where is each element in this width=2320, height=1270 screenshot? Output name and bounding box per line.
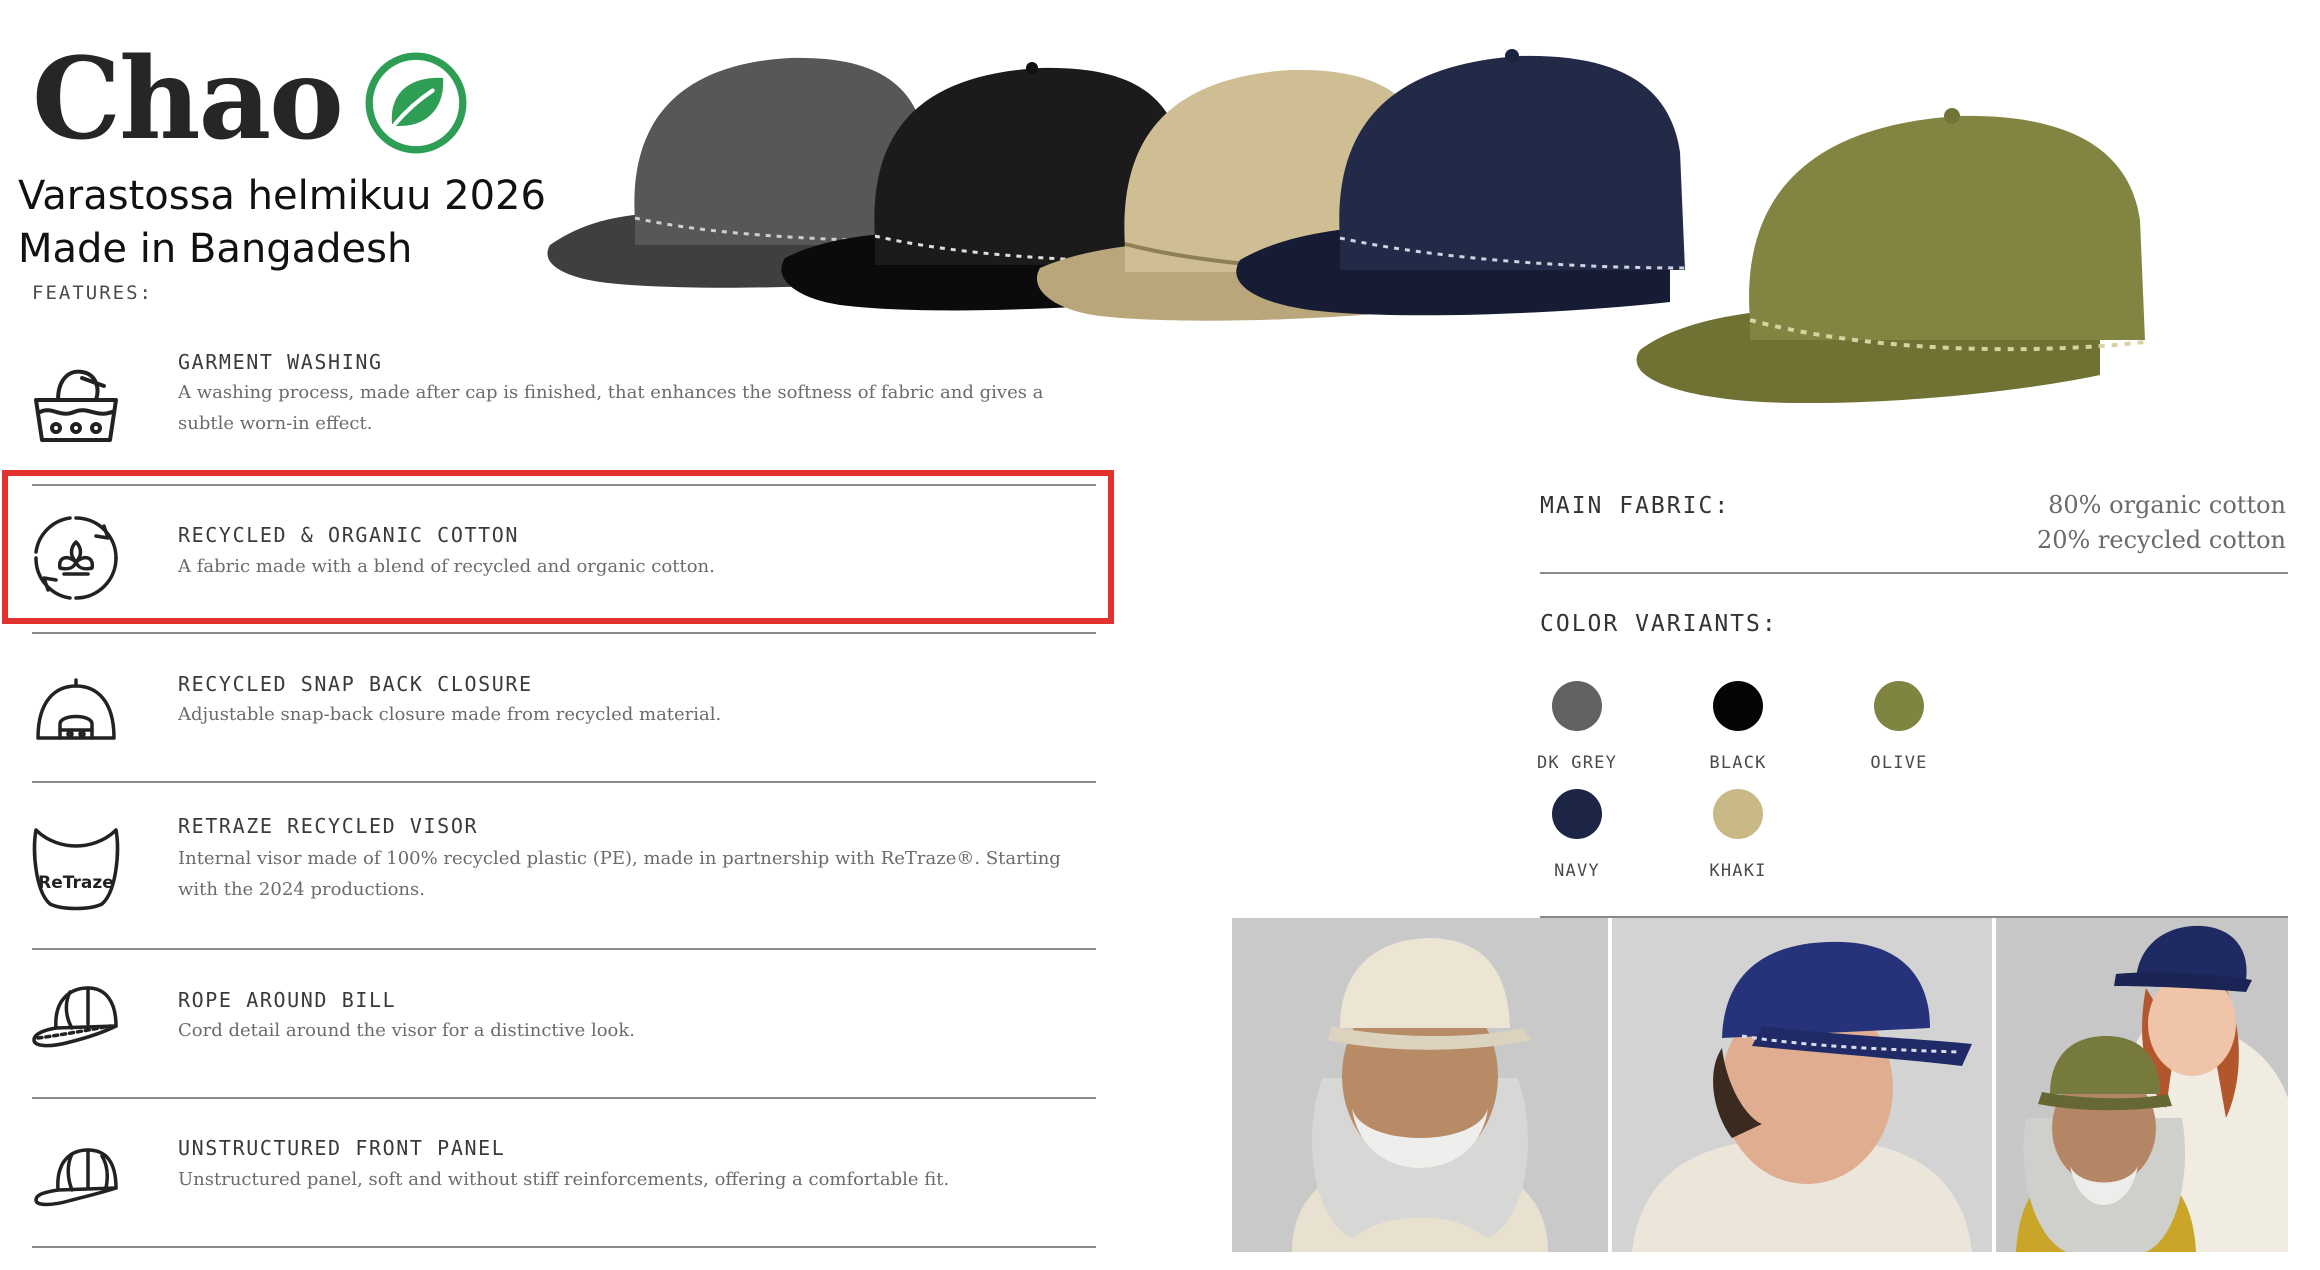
lifestyle-photo-navy-cap — [1612, 918, 1992, 1252]
color-variant[interactable]: DK GREY — [1517, 681, 1637, 773]
washing-basin-icon — [34, 369, 118, 442]
divider — [32, 632, 1096, 634]
divider — [32, 781, 1096, 783]
main-fabric-line-2: 20% recycled cotton — [2036, 526, 2286, 554]
cap-olive — [1636, 108, 2146, 404]
color-variant[interactable]: BLACK — [1678, 681, 1798, 773]
color-variants-label: COLOR VARIANTS: — [1540, 611, 1778, 637]
divider — [1540, 572, 2288, 574]
retraze-visor-icon: ReTraze — [32, 828, 120, 911]
color-name: NAVY — [1554, 861, 1600, 881]
divider — [32, 948, 1096, 950]
feature-title: RETRAZE RECYCLED VISOR — [178, 814, 479, 838]
svg-text:ReTraze: ReTraze — [38, 873, 114, 893]
snapback-closure-icon — [36, 678, 116, 740]
lifestyle-photo-khaki-cap — [1232, 918, 1608, 1252]
color-name: OLIVE — [1870, 753, 1928, 773]
color-name: DK GREY — [1536, 753, 1618, 773]
divider — [32, 1097, 1096, 1099]
highlight-box — [2, 470, 1114, 624]
brand-name: Chao — [32, 34, 344, 165]
feature-description: Adjustable snap-back closure made from r… — [178, 704, 722, 725]
color-name: BLACK — [1709, 753, 1767, 773]
lifestyle-photo-olive-and-navy-caps — [1996, 918, 2288, 1252]
color-swatch[interactable] — [1874, 681, 1924, 731]
features-heading: FEATURES: — [32, 282, 153, 304]
feature-title: UNSTRUCTURED FRONT PANEL — [178, 1136, 506, 1160]
main-fabric-value: 80% organic cotton 20% recycled cotton — [2037, 488, 2286, 558]
feature-title: ROPE AROUND BILL — [178, 988, 397, 1012]
origin-note: Made in Bangadesh — [18, 226, 413, 272]
feature-description: Internal visor made of 100% recycled pla… — [178, 848, 1061, 900]
color-name: KHAKI — [1709, 861, 1767, 881]
divider — [32, 1246, 1096, 1248]
leaf-in-circle-icon — [365, 52, 467, 154]
color-variant[interactable]: OLIVE — [1839, 681, 1959, 773]
feature-title: GARMENT WASHING — [178, 350, 383, 374]
main-fabric-label: MAIN FABRIC: — [1540, 493, 1731, 519]
color-swatch[interactable] — [1713, 681, 1763, 731]
color-swatch[interactable] — [1713, 789, 1763, 839]
stock-availability: Varastossa helmikuu 2026 — [18, 173, 546, 219]
feature-title: RECYCLED SNAP BACK CLOSURE — [178, 672, 533, 696]
product-caps-image — [547, 49, 2146, 404]
color-swatch[interactable] — [1552, 789, 1602, 839]
cap-front-panel-icon — [34, 1148, 118, 1207]
brand-logo: Chao — [32, 44, 468, 156]
cap-rope-icon — [32, 986, 118, 1048]
main-fabric-line-1: 80% organic cotton — [2048, 491, 2286, 519]
feature-description: Cord detail around the visor for a disti… — [178, 1020, 636, 1041]
color-variant[interactable]: KHAKI — [1678, 789, 1798, 881]
feature-description: Unstructured panel, soft and without sti… — [178, 1169, 950, 1190]
color-variant[interactable]: NAVY — [1517, 789, 1637, 881]
color-swatch[interactable] — [1552, 681, 1602, 731]
